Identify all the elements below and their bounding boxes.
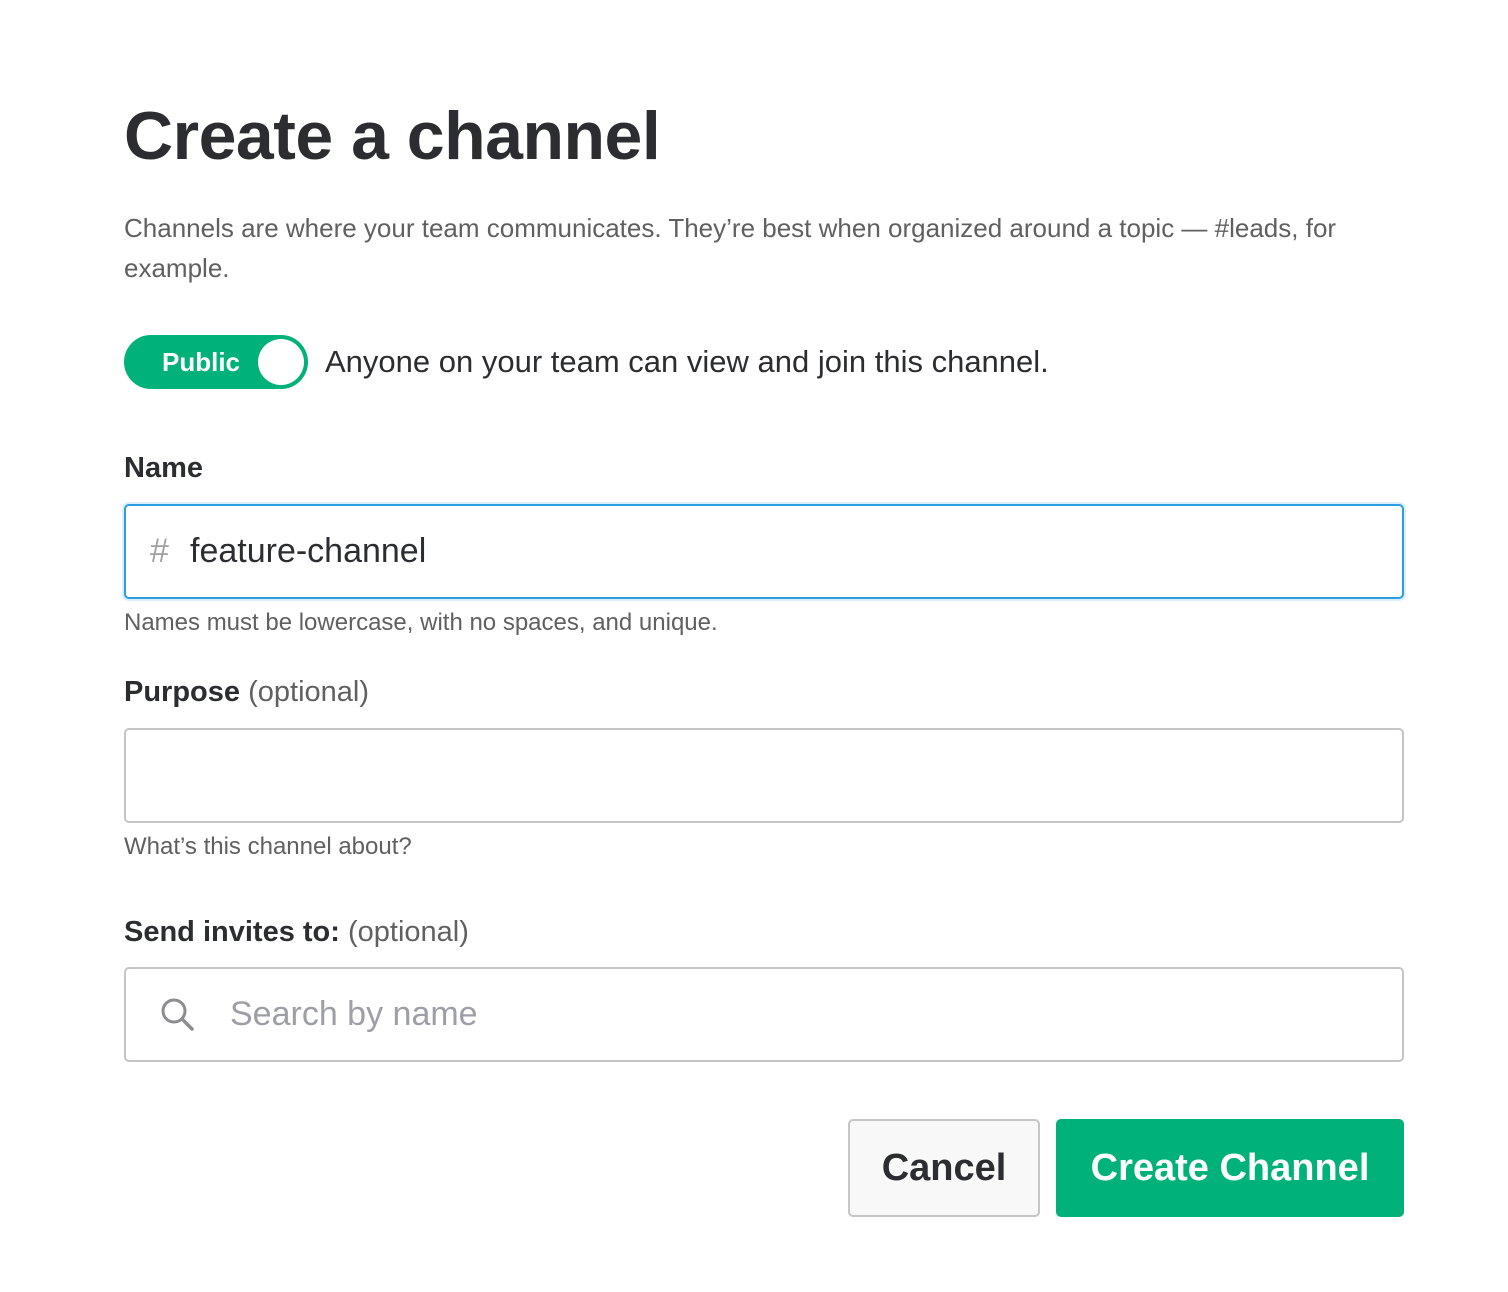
purpose-label-text: Purpose	[124, 676, 241, 708]
hash-icon: #	[150, 532, 169, 570]
create-channel-dialog: Create a channel Channels are where your…	[124, 0, 1404, 1292]
invites-search-input[interactable]	[230, 969, 1380, 1060]
name-hint: Names must be lowercase, with no spaces,…	[124, 609, 718, 636]
public-toggle-label: Public	[162, 347, 241, 377]
toggle-knob	[258, 339, 304, 385]
purpose-input[interactable]	[150, 730, 1380, 821]
invites-label: Send invites to: (optional)	[124, 916, 469, 949]
create-channel-button[interactable]: Create Channel	[1056, 1119, 1404, 1217]
visibility-row: Public Anyone on your team can view and …	[124, 334, 1049, 390]
dialog-description: Channels are where your team communicate…	[124, 213, 1337, 283]
cancel-button[interactable]: Cancel	[848, 1119, 1040, 1217]
invites-label-text: Send invites to:	[124, 916, 340, 948]
public-toggle[interactable]: Public	[124, 335, 308, 389]
page-title: Create a channel	[124, 98, 661, 174]
name-label: Name	[124, 452, 203, 485]
search-icon	[160, 997, 196, 1033]
purpose-optional-text: (optional)	[248, 676, 369, 708]
purpose-label: Purpose (optional)	[124, 676, 369, 709]
invites-optional-text: (optional)	[347, 916, 469, 948]
name-field[interactable]: #	[124, 504, 1404, 599]
visibility-description: Anyone on your team can view and join th…	[325, 344, 1049, 379]
purpose-hint: What’s this channel about?	[124, 833, 412, 860]
invites-field[interactable]	[124, 967, 1404, 1062]
name-input[interactable]	[190, 506, 1380, 597]
name-label-text: Name	[124, 452, 203, 484]
purpose-field[interactable]	[124, 728, 1404, 823]
